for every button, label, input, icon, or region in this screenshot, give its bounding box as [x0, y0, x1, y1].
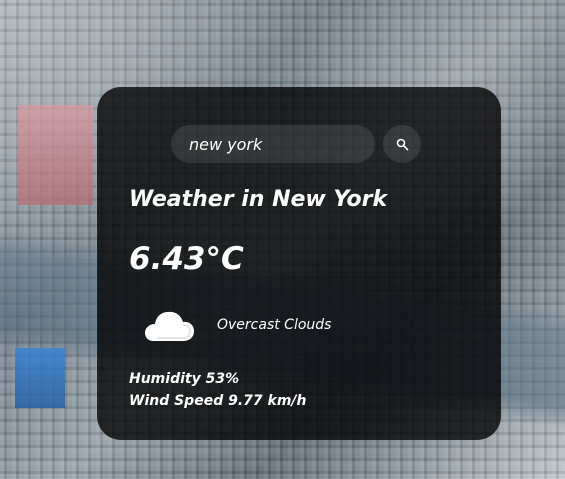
humidity: Humidity 53%: [129, 371, 240, 387]
search-row: [171, 125, 421, 163]
temperature: 6.43°C: [129, 241, 244, 277]
search-button[interactable]: [383, 125, 421, 163]
condition-label: Overcast Clouds: [217, 317, 332, 333]
cloud-icon: [139, 307, 197, 347]
city-title: Weather in New York: [129, 187, 388, 212]
search-icon: [396, 138, 408, 150]
wind-speed: Wind Speed 9.77 km/h: [129, 393, 307, 409]
background-building: [15, 348, 65, 408]
background-building: [18, 105, 93, 205]
weather-card: Weather in New York 6.43°C Overcast Clou…: [97, 87, 501, 440]
weather-condition: Overcast Clouds: [139, 307, 399, 351]
search-input[interactable]: [171, 125, 375, 163]
